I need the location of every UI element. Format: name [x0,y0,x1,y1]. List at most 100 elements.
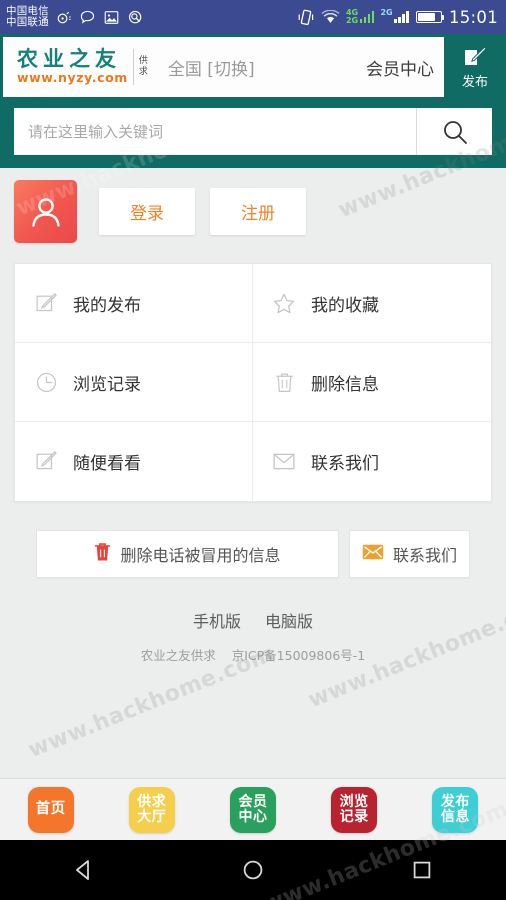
logo-subtitle-char-2: 求 [138,67,148,77]
compose-icon [35,451,57,472]
menu-item-label: 我的收藏 [311,295,379,316]
auth-buttons: 登录 注册 [99,188,306,235]
site-header: 农业之友 www.nyzy.com 供 求 全国 [切换] 会员中心 发布 [0,34,506,100]
logo-subtitle: 供 求 [132,49,148,85]
member-center-link[interactable]: 会员中心 [366,55,434,80]
signal-secondary-bars [394,11,409,23]
footer: 手机版 电脑版 农业之友供求 京ICP备15009806号-1 [0,578,506,664]
status-system-icons: 4G 2G 2G 15:01 [298,8,498,27]
status-clock: 15:01 [448,7,498,27]
publish-button-label: 发布 [461,74,488,90]
header-bar: 农业之友 www.nyzy.com 供 求 全国 [切换] 会员中心 [3,37,444,97]
trash-icon [273,372,295,393]
search-input[interactable] [14,108,416,155]
footer-link-desktop[interactable]: 电脑版 [265,608,313,632]
signal-primary-bars [359,11,375,23]
tab-member-center-label-line2: 中心 [238,808,268,825]
tab-browse-history[interactable]: 浏览 记录 [331,786,378,833]
logo-subtitle-char-1: 供 [138,55,148,66]
clock-icon [35,372,57,393]
menu-item-label: 随便看看 [73,454,141,474]
alarm-icon [57,11,71,23]
menu-item-label: 浏览记录 [73,374,141,395]
tab-browse-history-icon: 浏览 记录 [331,786,378,833]
menu-grid: 我的发布 我的收藏 浏览记录 删除信息 随便看看 联系我们 [14,263,492,502]
login-button[interactable]: 登录 [99,188,195,235]
tab-publish-info-icon: 发布 信息 [432,786,479,833]
app-screen: 中国电信 中国联通 4G 2G 2G 15:01 农业之友 www.nyzy.c… [0,0,506,900]
image-icon [104,10,119,24]
menu-item-delete-info[interactable]: 删除信息 [253,343,491,422]
tab-member-center[interactable]: 会员 中心 [229,786,276,833]
tab-publish-info[interactable]: 发布 信息 [432,786,479,833]
menu-item-my-favorites[interactable]: 我的收藏 [253,264,491,343]
status-notification-icons [56,10,143,25]
avatar[interactable] [14,180,77,243]
menu-item-browse-around[interactable]: 随便看看 [15,422,253,501]
back-triangle-icon [76,860,90,880]
signal-secondary: 2G [380,8,409,23]
tab-publish-info-label-line1: 发布 [440,793,470,810]
action-button-label: 删除电话被冒用的信息 [120,548,281,565]
tab-supply-demand-hall-label-line2: 大厅 [137,808,167,825]
logo-domain: www.nyzy.com [17,70,128,86]
menu-item-label: 我的发布 [73,295,141,316]
bottom-tab-bar: 首页 供求 大厅 会员 中心 浏览 记录 发布 信息 [0,778,506,840]
wifi-icon [321,9,340,23]
tab-home-icon: 首页 [27,786,74,833]
menu-item-contact-us[interactable]: 联系我们 [253,422,491,501]
status-bar: 中国电信 中国联通 4G 2G 2G 15:01 [0,0,506,34]
tab-supply-demand-hall-icon: 供求 大厅 [128,786,175,833]
user-bar: 登录 注册 [0,168,506,257]
compose-icon [465,45,487,65]
compose-icon [35,292,57,314]
nav-home-button[interactable] [223,840,283,900]
nav-back-button[interactable] [54,840,114,900]
user-avatar-icon [31,197,60,227]
carrier-names: 中国电信 中国联通 [6,5,49,28]
home-circle-icon [243,860,263,880]
footer-copyright: 农业之友供求 京ICP备15009806号-1 [0,645,506,664]
menu-item-label: 删除信息 [311,374,379,395]
menu-item-my-posts[interactable]: 我的发布 [15,264,253,343]
delete-misused-phone-info-button[interactable]: 删除电话被冒用的信息 [36,530,339,578]
footer-icp: 京ICP备15009806号-1 [231,648,366,663]
envelope-orange-icon [362,544,384,565]
message-icon [80,10,94,24]
tab-browse-history-label-line2: 记录 [339,808,369,825]
menu-item-browse-history[interactable]: 浏览记录 [15,343,253,422]
nav-recents-button[interactable] [392,840,452,900]
footer-link-mobile[interactable]: 手机版 [193,608,241,632]
search-icon [443,120,467,144]
region-switcher[interactable]: 全国 [切换] [168,55,255,80]
carrier-2: 中国联通 [6,16,49,28]
site-logo[interactable]: 农业之友 www.nyzy.com 供 求 [17,49,148,85]
tab-member-center-icon: 会员 中心 [229,786,276,833]
footer-site-name: 农业之友供求 [140,648,216,663]
menu-item-label: 联系我们 [311,454,379,474]
search-button[interactable] [416,108,492,155]
trash-red-icon [94,542,111,567]
tab-home[interactable]: 首页 [27,786,74,833]
publish-button[interactable]: 发布 [444,34,506,100]
search-badge-icon [128,10,142,23]
signal-primary-bottom-label: 2G [345,16,359,25]
action-button-label: 联系我们 [392,548,457,565]
contact-us-button[interactable]: 联系我们 [348,530,470,578]
tab-publish-info-label-line2: 信息 [440,808,470,825]
tab-home-label-line1: 首页 [35,800,66,817]
action-buttons: 删除电话被冒用的信息 联系我们 [0,502,506,578]
android-nav-bar [0,840,506,900]
tab-browse-history-label-line1: 浏览 [339,793,369,810]
logo-chinese-name: 农业之友 [17,47,121,72]
envelope-icon [273,453,295,470]
search-section [0,100,506,168]
battery-icon [415,11,445,23]
star-icon [273,293,295,314]
tab-supply-demand-hall[interactable]: 供求 大厅 [128,786,175,833]
signal-secondary-label: 2G [380,8,393,17]
signal-primary: 4G 2G [345,9,375,25]
tab-member-center-label-line1: 会员 [238,793,268,810]
register-button[interactable]: 注册 [210,188,306,235]
recents-square-icon [413,861,430,879]
